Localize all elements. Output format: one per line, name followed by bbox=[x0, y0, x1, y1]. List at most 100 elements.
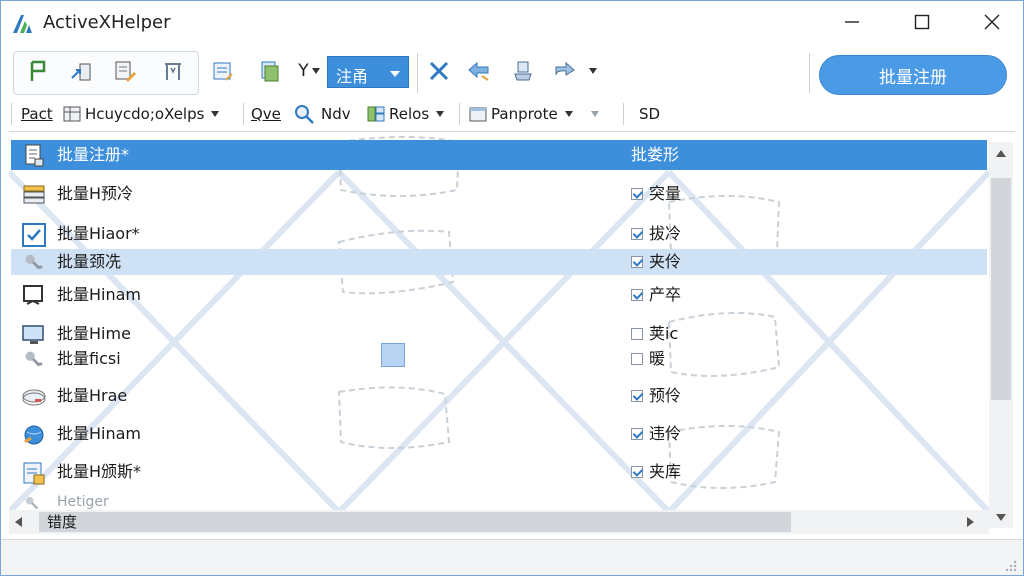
vertical-scroll-thumb[interactable] bbox=[991, 178, 1011, 400]
list-item-status[interactable]: 产卒 bbox=[631, 284, 681, 306]
qve-button[interactable]: Qve bbox=[251, 103, 281, 125]
checkbox[interactable] bbox=[631, 390, 643, 402]
delete-icon bbox=[429, 61, 449, 81]
horizontal-scroll-thumb[interactable]: 错度 bbox=[39, 512, 791, 532]
list-item-status[interactable]: 突量 bbox=[631, 183, 681, 205]
more-dropdown[interactable] bbox=[579, 53, 607, 89]
list-item[interactable]: 批量Hinam 违伶 bbox=[11, 419, 987, 449]
status-text: 夹伶 bbox=[649, 252, 682, 271]
sd-label: SD bbox=[639, 105, 661, 123]
list-edit-icon bbox=[213, 62, 233, 81]
copy-icon bbox=[261, 61, 279, 82]
export-button[interactable] bbox=[63, 53, 99, 89]
toolbar-grip bbox=[11, 103, 12, 125]
list-item[interactable]: 批量颈冼 夹伶 bbox=[11, 249, 987, 275]
close-button[interactable] bbox=[969, 7, 1015, 37]
minimize-button[interactable] bbox=[829, 7, 875, 37]
back-button[interactable] bbox=[461, 53, 497, 89]
minimize-icon bbox=[845, 21, 859, 23]
filter-button[interactable]: Y bbox=[291, 53, 327, 89]
batch-register-button[interactable]: 批量注册 bbox=[819, 55, 1007, 95]
status-text: 暖 bbox=[649, 349, 666, 368]
list-item[interactable]: 批量H预冷 突量 bbox=[11, 179, 987, 209]
list-item[interactable]: 批量ficsi 暖 bbox=[11, 344, 987, 374]
list-edit-button[interactable] bbox=[205, 53, 241, 89]
chevron-down-icon bbox=[436, 111, 445, 117]
list-item[interactable]: 批量Hiaor* 拔冷 bbox=[11, 219, 987, 249]
checkbox[interactable] bbox=[631, 428, 643, 440]
list-header[interactable]: 批量注册* 批娄形 bbox=[11, 140, 987, 170]
list-item[interactable]: 批量Hrae 预伶 bbox=[11, 381, 987, 411]
list-item-name: 批量Hinam bbox=[57, 424, 142, 443]
window-title: ActiveXHelper bbox=[43, 12, 171, 33]
scroll-up-icon[interactable] bbox=[996, 150, 1006, 157]
vertical-scrollbar[interactable] bbox=[989, 142, 1013, 528]
list-item[interactable]: 批量Hinam 产卒 bbox=[11, 280, 987, 310]
monitor-icon bbox=[23, 285, 43, 305]
status-text: 产卒 bbox=[649, 285, 682, 304]
checkbox[interactable] bbox=[631, 228, 643, 240]
table-icon bbox=[63, 106, 81, 122]
panprote-dropdown[interactable]: Panprote bbox=[469, 103, 599, 125]
pin-button[interactable] bbox=[505, 53, 541, 89]
forward-button[interactable] bbox=[547, 53, 583, 89]
horizontal-scrollbar[interactable]: 错度 bbox=[9, 510, 989, 534]
checkbox[interactable] bbox=[631, 188, 643, 200]
list-item-name: 批量颈冼 bbox=[57, 252, 122, 271]
scroll-right-icon[interactable] bbox=[967, 517, 974, 527]
app-logo-icon bbox=[13, 15, 32, 33]
filter-label: Y bbox=[298, 61, 309, 81]
list-item-status[interactable]: 夹库 bbox=[631, 461, 681, 483]
export-icon bbox=[71, 63, 91, 81]
helpers-dropdown[interactable]: Hcuycdo;oXelps bbox=[63, 103, 220, 125]
list-item-name: 批量ficsi bbox=[57, 349, 121, 368]
back-icon bbox=[468, 61, 489, 81]
relos-dropdown[interactable]: Relos bbox=[367, 103, 445, 125]
toolbar-divider bbox=[417, 53, 418, 93]
grid-icon bbox=[367, 106, 385, 122]
pin-icon bbox=[514, 61, 532, 81]
qve-label: Qve bbox=[251, 105, 281, 123]
checkbox[interactable] bbox=[631, 328, 643, 340]
list-item-status[interactable]: 夹伶 bbox=[631, 251, 681, 273]
edit-button[interactable] bbox=[107, 53, 143, 89]
scroll-left-icon[interactable] bbox=[15, 517, 22, 527]
flag-icon bbox=[30, 60, 46, 81]
list-item-status[interactable]: 暖 bbox=[631, 348, 665, 370]
status-text: 荚ic bbox=[649, 324, 679, 343]
list-item-status[interactable]: 荚ic bbox=[631, 323, 678, 345]
list-item-name: 批量H颁斯* bbox=[57, 462, 142, 481]
flag-button[interactable] bbox=[21, 53, 57, 89]
mode-combo-value: 注甬 bbox=[336, 67, 369, 86]
gate-button[interactable] bbox=[155, 53, 191, 89]
document-icon bbox=[25, 144, 44, 167]
drag-handle[interactable] bbox=[381, 343, 405, 367]
list-item-status[interactable]: 预伶 bbox=[631, 385, 681, 407]
control-list: 批量注册* 批娄形 批量H预冷 突量 批量Hiaor* 拔冷 批量颈冼 夹伶 批… bbox=[9, 131, 1015, 540]
maximize-button[interactable] bbox=[899, 7, 945, 37]
pact-button[interactable]: Pact bbox=[21, 103, 53, 125]
ndv-button[interactable]: Ndv bbox=[293, 103, 351, 125]
copy-button[interactable] bbox=[251, 53, 287, 89]
globe-icon bbox=[24, 425, 44, 445]
edit-icon bbox=[115, 61, 136, 82]
search-icon bbox=[295, 105, 314, 124]
checkbox[interactable] bbox=[631, 466, 643, 478]
list-item-name: 批量H预冷 bbox=[57, 184, 134, 203]
status-bar bbox=[1, 539, 1023, 575]
scroll-thumb-label: 错度 bbox=[47, 513, 78, 531]
ndv-label: Ndv bbox=[321, 105, 351, 123]
checkbox-icon bbox=[22, 223, 46, 247]
list-item-status[interactable]: 违伶 bbox=[631, 423, 681, 445]
list-item[interactable]: 批量H颁斯* 夹库 bbox=[11, 457, 987, 487]
checkbox[interactable] bbox=[631, 256, 643, 268]
list-item-status[interactable]: 拔冷 bbox=[631, 223, 681, 245]
sd-button[interactable]: SD bbox=[639, 103, 660, 125]
mode-combo[interactable]: 注甬 bbox=[327, 56, 409, 88]
scroll-down-icon[interactable] bbox=[996, 514, 1006, 521]
checkbox[interactable] bbox=[631, 289, 643, 301]
resize-grip-icon[interactable] bbox=[1003, 558, 1017, 572]
checkbox[interactable] bbox=[631, 353, 643, 365]
plug-icon bbox=[25, 351, 43, 367]
delete-button[interactable] bbox=[421, 53, 457, 89]
